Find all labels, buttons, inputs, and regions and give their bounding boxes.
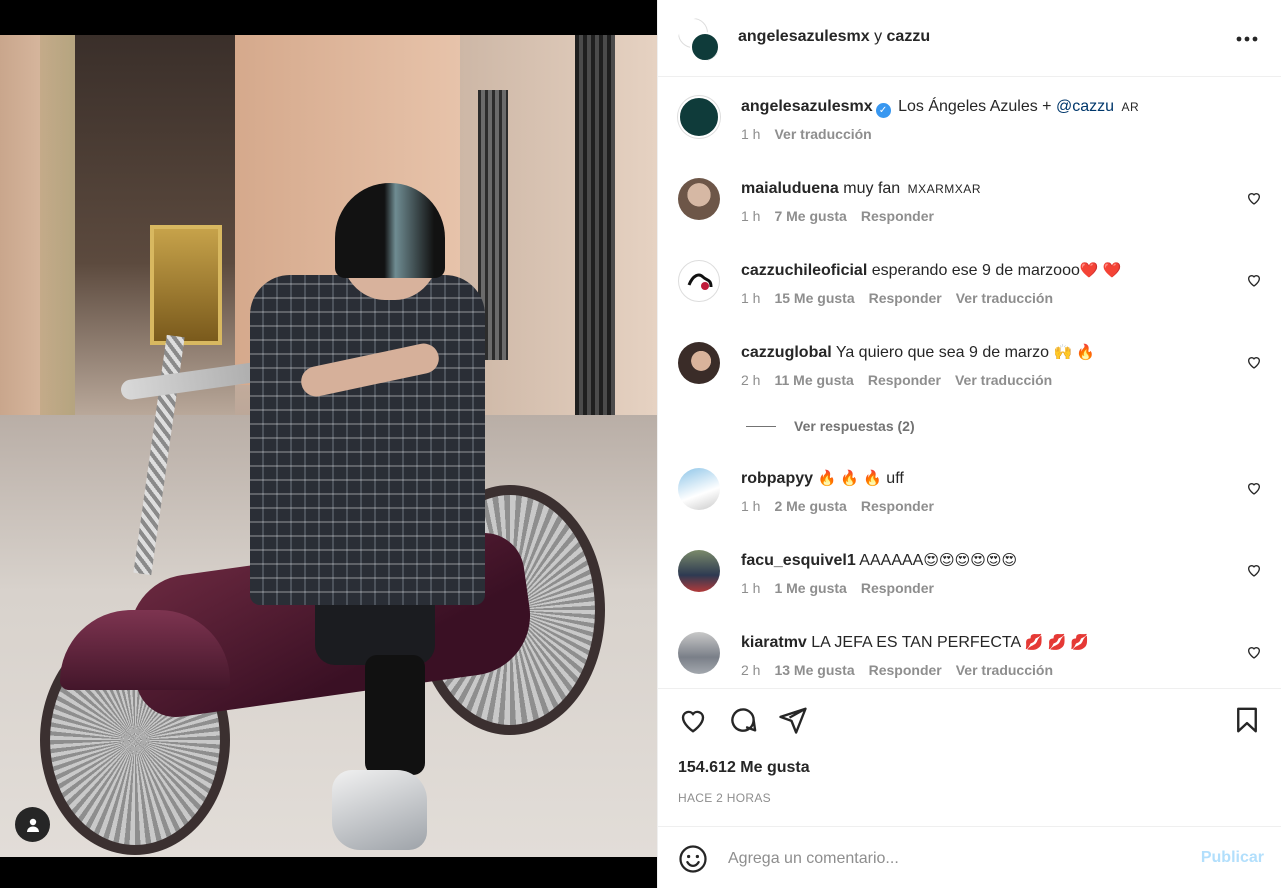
likes-count[interactable]: 154.612 Me gusta [678, 759, 810, 777]
comment-time[interactable]: 1 h [741, 208, 760, 224]
post-authors: angelesazulesmx y cazzu [738, 28, 930, 46]
comment-emoji: ❤️ ❤️ [1079, 262, 1122, 279]
comment-reply-button[interactable]: Responder [861, 498, 934, 514]
comment-username[interactable]: robpapyy [741, 470, 813, 487]
caption-time[interactable]: 1 h [741, 126, 760, 142]
heart-icon[interactable] [1246, 272, 1262, 288]
heart-icon[interactable] [1246, 190, 1262, 206]
comment-emoji: 🙌 🔥 [1053, 344, 1095, 361]
caption-flag: AR [1121, 100, 1140, 114]
comment-text: AAAAAA [859, 552, 924, 569]
view-replies-label: Ver respuestas (2) [794, 418, 915, 434]
comment-text: uff [886, 470, 904, 487]
comment-avatar[interactable] [678, 632, 720, 674]
replies-divider [746, 425, 776, 427]
heart-icon[interactable] [1246, 644, 1262, 660]
bookmark-icon[interactable] [1232, 705, 1262, 735]
caption-text: Los Ángeles Azules + [898, 98, 1056, 115]
comment-username[interactable]: maialuduena [741, 180, 839, 197]
comment-likes[interactable]: 13 Me gusta [774, 662, 854, 678]
add-comment-bar: Publicar [658, 826, 1281, 888]
comment-reply-button[interactable]: Responder [869, 290, 942, 306]
comment-emoji: 💋 💋 💋 [1024, 634, 1090, 651]
comment-text: esperando ese 9 de marzooo [871, 262, 1080, 279]
comment-text: LA JEFA ES TAN PERFECTA [811, 634, 1021, 651]
comment-likes[interactable]: 11 Me gusta [774, 372, 853, 388]
comment-text: muy fan [843, 180, 901, 197]
comment-username[interactable]: kiaratmv [741, 634, 807, 651]
author-username-2[interactable]: cazzu [887, 28, 931, 45]
caption-mention[interactable]: @cazzu [1056, 98, 1114, 115]
comment-avatar[interactable] [678, 468, 720, 510]
comment-time[interactable]: 1 h [741, 290, 760, 306]
comment-text: Ya quiero que sea 9 de marzo [835, 344, 1050, 361]
comment-flag: MXARMXAR [907, 182, 981, 196]
post-side-panel: angelesazulesmx y cazzu angelesazulesmx ✓… [657, 0, 1281, 888]
comment-input[interactable] [728, 841, 1168, 877]
comment-emoji: 🔥 🔥 🔥 [817, 470, 882, 487]
comment-username[interactable]: facu_esquivel1 [741, 552, 856, 569]
emoji-icon[interactable] [678, 844, 708, 874]
comment-avatar[interactable] [678, 550, 720, 592]
caption-username[interactable]: angelesazulesmx [741, 98, 873, 115]
more-icon[interactable] [1234, 26, 1260, 52]
caption-avatar[interactable] [678, 96, 720, 138]
heart-icon[interactable] [1246, 480, 1262, 496]
comment-username[interactable]: cazzuchileoficial [741, 262, 867, 279]
comment-time[interactable]: 1 h [741, 498, 760, 514]
caption-translate[interactable]: Ver traducción [774, 126, 871, 142]
comment-reply-button[interactable]: Responder [861, 208, 934, 224]
comment-reply-button[interactable]: Responder [861, 580, 934, 596]
comment-time[interactable]: 1 h [741, 580, 760, 596]
comment-translate[interactable]: Ver traducción [956, 662, 1053, 678]
comment-likes[interactable]: 1 Me gusta [774, 580, 846, 596]
author-avatar[interactable] [678, 18, 722, 62]
publish-button[interactable]: Publicar [1201, 849, 1264, 867]
post-photo [0, 35, 657, 857]
posted-time[interactable]: HACE 2 HORAS [678, 791, 771, 805]
verified-badge-icon: ✓ [875, 103, 891, 118]
comment-emoji: 😍😍😍😍😍😍 [923, 552, 1018, 569]
author-username-1[interactable]: angelesazulesmx [738, 28, 870, 45]
comment-avatar[interactable] [678, 342, 720, 384]
authors-joiner: y [874, 28, 883, 45]
comment-avatar[interactable] [678, 260, 720, 302]
comment-time[interactable]: 2 h [741, 372, 760, 388]
comments-list[interactable]: angelesazulesmx ✓ Los Ángeles Azules + @c… [658, 78, 1281, 688]
view-replies-button[interactable]: Ver respuestas (2) [746, 418, 915, 434]
comment-icon[interactable] [728, 705, 758, 735]
comment-reply-button[interactable]: Responder [869, 662, 942, 678]
comment-likes[interactable]: 2 Me gusta [774, 498, 846, 514]
post-media [0, 0, 657, 888]
comment-likes[interactable]: 15 Me gusta [774, 290, 854, 306]
comment-avatar[interactable] [678, 178, 720, 220]
heart-icon[interactable] [1246, 562, 1262, 578]
share-icon[interactable] [778, 705, 808, 735]
post-header: angelesazulesmx y cazzu [658, 0, 1281, 77]
heart-icon[interactable] [678, 705, 708, 735]
comment-likes[interactable]: 7 Me gusta [774, 208, 846, 224]
comment-translate[interactable]: Ver traducción [955, 372, 1052, 388]
comment-time[interactable]: 2 h [741, 662, 760, 678]
comment-translate[interactable]: Ver traducción [956, 290, 1053, 306]
heart-icon[interactable] [1246, 354, 1262, 370]
post-actions: 154.612 Me gusta HACE 2 HORAS [658, 688, 1281, 828]
comment-username[interactable]: cazzuglobal [741, 344, 832, 361]
user-tag-icon[interactable] [15, 807, 50, 842]
comment-reply-button[interactable]: Responder [868, 372, 941, 388]
